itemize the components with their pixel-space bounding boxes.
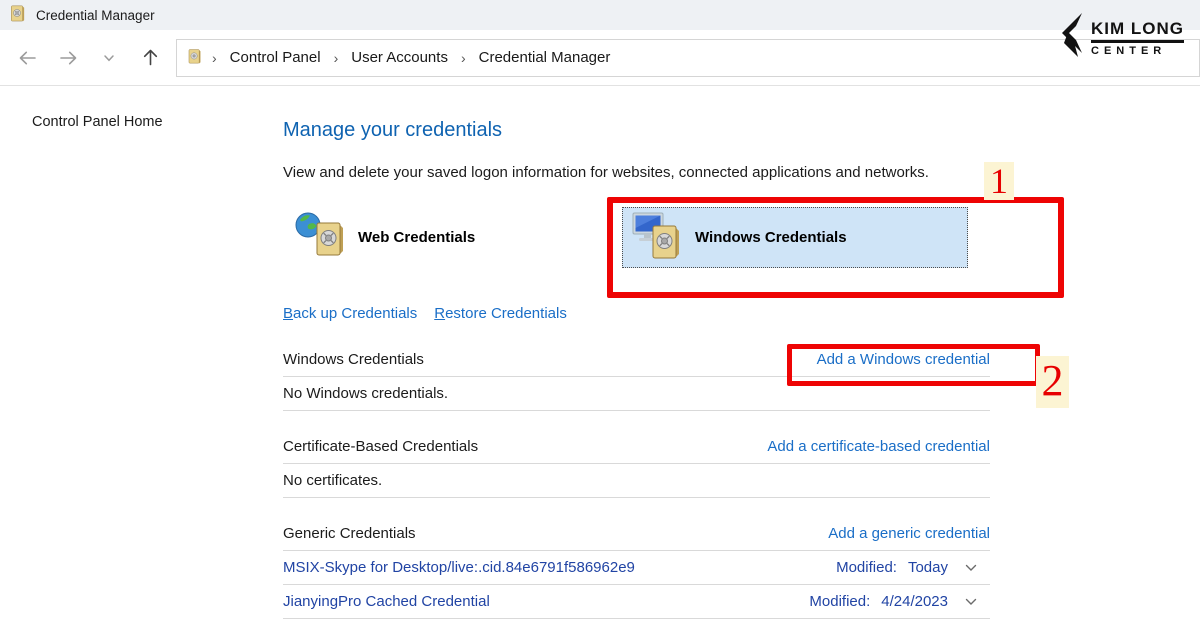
recent-locations-chevron-icon[interactable] bbox=[96, 45, 122, 71]
credential-row[interactable]: MicrosoftAccount:user=...131100@... Modi… bbox=[283, 619, 990, 628]
section-title: Certificate-Based Credentials bbox=[283, 437, 478, 456]
annotation-box-step2 bbox=[787, 344, 1040, 386]
annotation-number-1: 1 bbox=[984, 162, 1014, 200]
breadcrumb-user-accounts[interactable]: User Accounts bbox=[348, 49, 451, 66]
generic-credentials-section: Generic Credentials Add a generic creden… bbox=[283, 517, 990, 628]
certificate-credentials-section: Certificate-Based Credentials Add a cert… bbox=[283, 430, 990, 498]
expand-chevron-icon[interactable] bbox=[964, 563, 978, 573]
section-title: Windows Credentials bbox=[283, 350, 424, 369]
web-credentials-label: Web Credentials bbox=[358, 229, 475, 246]
breadcrumb-credential-manager[interactable]: Credential Manager bbox=[476, 49, 614, 66]
add-certificate-credential-link[interactable]: Add a certificate-based credential bbox=[767, 437, 990, 456]
back-button[interactable] bbox=[14, 45, 40, 71]
web-credentials-icon bbox=[294, 210, 346, 265]
window-title: Credential Manager bbox=[36, 8, 155, 23]
annotation-number-2: 2 bbox=[1036, 356, 1069, 408]
page-description: View and delete your saved logon informa… bbox=[283, 164, 1200, 181]
annotation-box-step1 bbox=[607, 197, 1064, 298]
backup-restore-links: Back up Credentials Restore Credentials bbox=[283, 305, 1200, 322]
logo-line2: CENTER bbox=[1091, 45, 1184, 57]
back-up-credentials-link[interactable]: Back up Credentials bbox=[283, 305, 417, 322]
navigation-toolbar: › Control Panel › User Accounts › Creden… bbox=[0, 30, 1200, 86]
vault-icon bbox=[187, 47, 202, 69]
credential-row[interactable]: MSIX-Skype for Desktop/live:.cid.84e6791… bbox=[283, 551, 990, 585]
breadcrumb-separator-icon: › bbox=[208, 50, 221, 66]
credential-name-link[interactable]: MSIX-Skype for Desktop/live:.cid.84e6791… bbox=[283, 558, 635, 577]
logo-arrow-icon bbox=[1058, 13, 1084, 62]
forward-button[interactable] bbox=[55, 45, 81, 71]
add-generic-credential-link[interactable]: Add a generic credential bbox=[828, 524, 990, 543]
web-credentials-card[interactable]: Web Credentials bbox=[286, 207, 606, 268]
page-title: Manage your credentials bbox=[283, 119, 1200, 142]
breadcrumb-separator-icon: › bbox=[330, 50, 343, 66]
credential-modified: Modified: Today bbox=[836, 558, 948, 577]
address-bar[interactable]: › Control Panel › User Accounts › Creden… bbox=[176, 39, 1200, 77]
nav-button-group bbox=[0, 45, 176, 71]
kim-long-center-logo: KIM LONG CENTER bbox=[1058, 13, 1184, 62]
section-title: Generic Credentials bbox=[283, 524, 416, 543]
up-button[interactable] bbox=[137, 45, 163, 71]
breadcrumb-separator-icon: › bbox=[457, 50, 470, 66]
sidebar-item-control-panel-home[interactable]: Control Panel Home bbox=[32, 114, 163, 130]
logo-line1: KIM LONG bbox=[1091, 19, 1184, 43]
window-titlebar: Credential Manager bbox=[0, 0, 1200, 30]
vault-icon bbox=[9, 3, 26, 27]
credential-name-link[interactable]: JianyingPro Cached Credential bbox=[283, 592, 490, 611]
breadcrumb-control-panel[interactable]: Control Panel bbox=[227, 49, 324, 66]
sidebar: Control Panel Home bbox=[0, 86, 275, 627]
credential-manager-window: Credential Manager bbox=[0, 0, 1200, 628]
expand-chevron-icon[interactable] bbox=[964, 597, 978, 607]
empty-state-text: No certificates. bbox=[283, 464, 990, 498]
credential-modified: Modified: 4/24/2023 bbox=[809, 592, 948, 611]
credential-row[interactable]: JianyingPro Cached Credential Modified: … bbox=[283, 585, 990, 619]
restore-credentials-link[interactable]: Restore Credentials bbox=[434, 305, 567, 322]
logo-text: KIM LONG CENTER bbox=[1091, 19, 1184, 57]
